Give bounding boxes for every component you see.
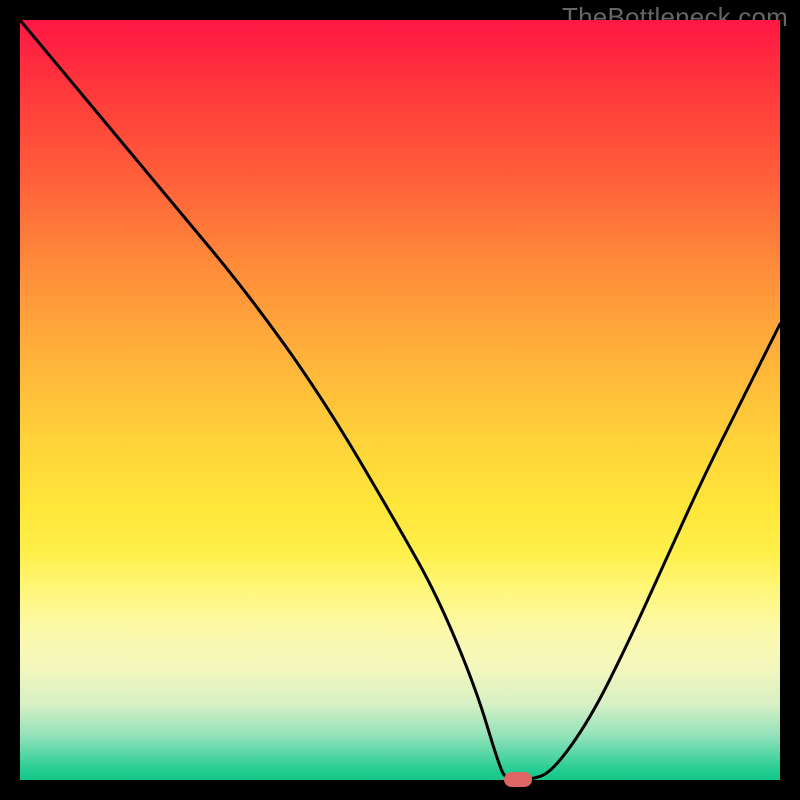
plot-area <box>20 20 780 780</box>
chart-container: TheBottleneck.com <box>0 0 800 800</box>
optimal-point-marker <box>504 772 532 787</box>
bottleneck-curve <box>20 20 780 780</box>
